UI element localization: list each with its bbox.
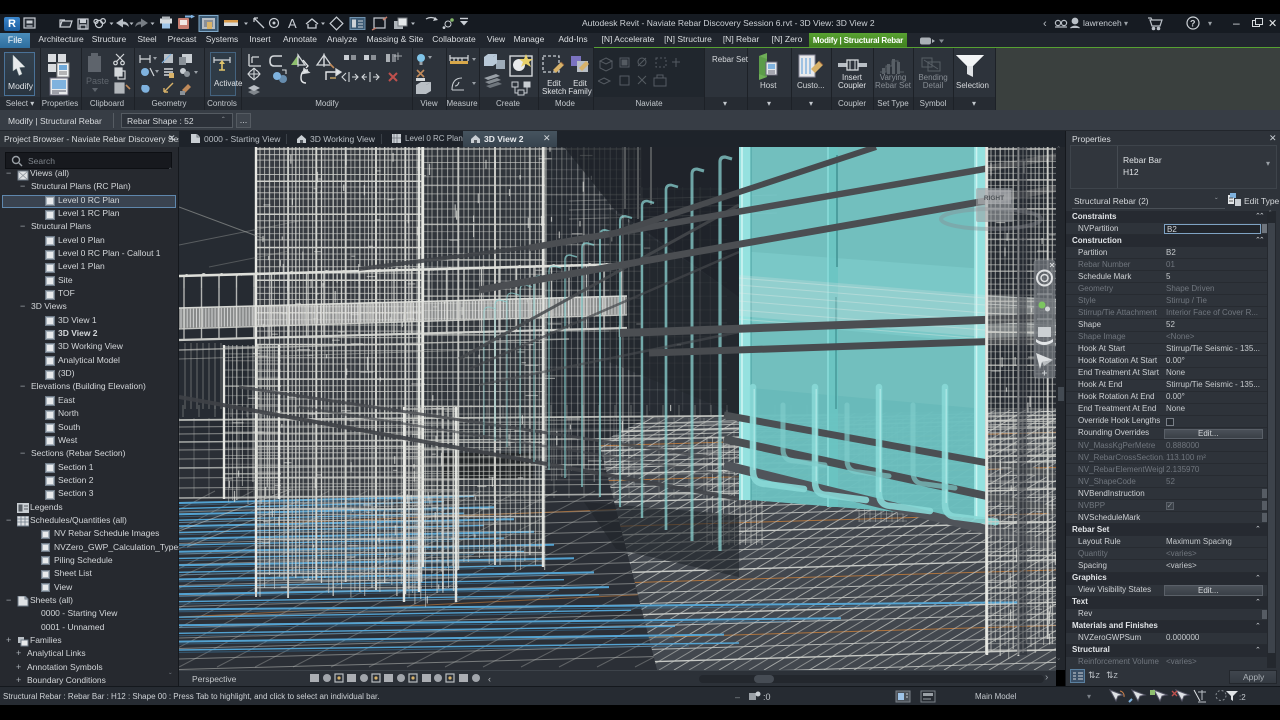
svg-text:Paste: Paste [86,76,109,86]
svg-text:‹: ‹ [488,674,491,684]
svg-text:A: A [288,16,297,31]
svg-text:RIGHT: RIGHT [984,195,1004,202]
svg-text::0: :0 [763,692,771,702]
svg-text:?: ? [1190,19,1196,29]
svg-text::2: :2 [1239,693,1246,702]
svg-text:–: – [735,692,740,702]
